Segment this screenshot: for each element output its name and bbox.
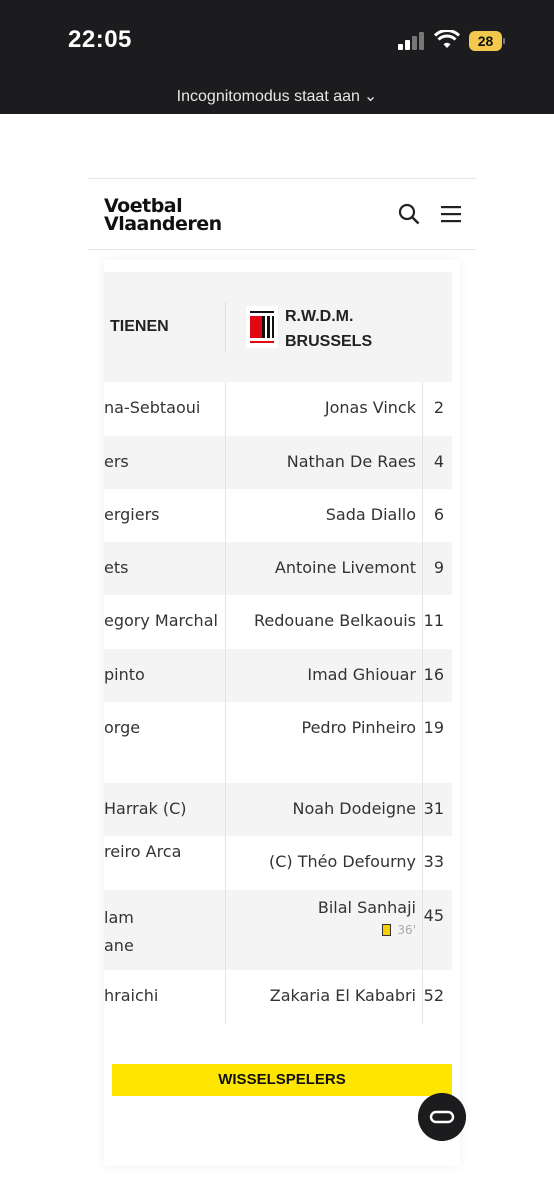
home-player: lam ane	[104, 904, 222, 960]
page-margin	[0, 114, 88, 1200]
home-team-name: TIENEN	[110, 318, 169, 335]
column-divider	[422, 382, 423, 1024]
away-player[interactable]: Zakaria El Kababri	[270, 986, 416, 1005]
table-row: ergiers Sada Diallo 6	[104, 489, 452, 542]
away-player[interactable]: Bilal Sanhaji 36'	[318, 898, 416, 938]
status-bar: 22:05 28 Incognitomodus staat aan ⌄	[0, 0, 554, 114]
away-player[interactable]: Pedro Pinheiro	[301, 718, 416, 737]
shirt-number: 19	[423, 718, 444, 737]
home-player: orge	[104, 718, 141, 737]
shirt-number: 11	[423, 611, 444, 630]
substitutes-header[interactable]: WISSELSPELERS	[112, 1064, 452, 1096]
shirt-number: 45	[423, 906, 444, 925]
home-player: pinto	[104, 665, 145, 684]
logo-line2: Vlaanderen	[104, 213, 222, 235]
table-row: pinto Imad Ghiouar 16	[104, 649, 452, 702]
battery-level: 28	[469, 31, 502, 51]
incognito-label: Incognitomodus staat aan	[176, 88, 360, 105]
away-player[interactable]: Antoine Livemont	[275, 558, 416, 577]
home-player: reiro Arca	[104, 842, 182, 861]
table-row: orge Pedro Pinheiro 19	[104, 702, 452, 783]
search-icon[interactable]	[398, 203, 420, 225]
shirt-number: 2	[433, 398, 444, 417]
home-player: na-Sebtaoui	[104, 398, 201, 417]
home-player: egory Marchal	[104, 611, 218, 630]
home-player-line1: lam	[104, 908, 134, 927]
shirt-number: 52	[423, 986, 444, 1005]
shirt-number: 6	[433, 505, 444, 524]
table-row: ets Antoine Livemont 9	[104, 542, 452, 595]
shirt-number: 16	[423, 665, 444, 684]
home-player: ets	[104, 558, 129, 577]
rwdm-logo-icon	[246, 306, 278, 348]
table-row: na-Sebtaoui Jonas Vinck 2	[104, 382, 452, 436]
battery-icon: 28	[469, 31, 505, 51]
home-player-line2: ane	[104, 936, 134, 955]
menu-icon[interactable]	[440, 205, 462, 223]
away-team-name-line1: R.W.D.M.	[285, 308, 354, 325]
table-row: reiro Arca (C) Théo Defourny 33	[104, 836, 452, 890]
link-button[interactable]	[418, 1093, 466, 1141]
away-team-name: R.W.D.M. BRUSSELS	[285, 304, 372, 354]
shirt-number: 9	[433, 558, 444, 577]
header-divider	[225, 302, 226, 352]
site-logo[interactable]: Voetbal Vlaanderen	[104, 197, 222, 235]
site-header: Voetbal Vlaanderen	[88, 178, 476, 250]
table-row: Harrak (C) Noah Dodeigne 31	[104, 783, 452, 836]
wifi-icon	[434, 30, 460, 48]
yellow-card-icon	[382, 923, 392, 936]
chevron-down-icon: ⌄	[363, 88, 378, 105]
away-player[interactable]: (C) Théo Defourny	[269, 852, 416, 871]
incognito-banner[interactable]: Incognitomodus staat aan ⌄	[0, 86, 554, 106]
away-player[interactable]: Imad Ghiouar	[307, 665, 416, 684]
shirt-number: 4	[433, 452, 444, 471]
home-player: Harrak (C)	[104, 799, 187, 818]
away-player[interactable]: Noah Dodeigne	[293, 799, 416, 818]
table-row: hraichi Zakaria El Kababri 52	[104, 970, 452, 1024]
cellular-signal-icon	[398, 32, 426, 50]
away-team-name-line2: BRUSSELS	[285, 333, 373, 350]
card-minute: 36'	[397, 923, 416, 937]
shirt-number: 31	[423, 799, 444, 818]
table-row: lam ane Bilal Sanhaji 36' 45	[104, 890, 452, 970]
column-divider	[225, 382, 226, 1024]
away-player-name: Bilal Sanhaji	[317, 898, 416, 917]
table-row: egory Marchal Redouane Belkaouis 11	[104, 595, 452, 649]
home-player: ergiers	[104, 505, 160, 524]
away-player[interactable]: Jonas Vinck	[325, 398, 416, 417]
booking: 36'	[318, 919, 416, 938]
lineup-team-header: TIENEN R.W.D.M. BRUSSELS	[104, 272, 452, 382]
table-row: ers Nathan De Raes 4	[104, 436, 452, 489]
shirt-number: 33	[423, 852, 444, 871]
home-player: ers	[104, 452, 129, 471]
away-player[interactable]: Nathan De Raes	[287, 452, 416, 471]
away-player[interactable]: Redouane Belkaouis	[254, 611, 416, 630]
home-player: hraichi	[104, 986, 159, 1005]
status-time: 22:05	[68, 26, 132, 53]
lineup-table: na-Sebtaoui Jonas Vinck 2 ers Nathan De …	[104, 382, 452, 1024]
away-player[interactable]: Sada Diallo	[326, 505, 416, 524]
